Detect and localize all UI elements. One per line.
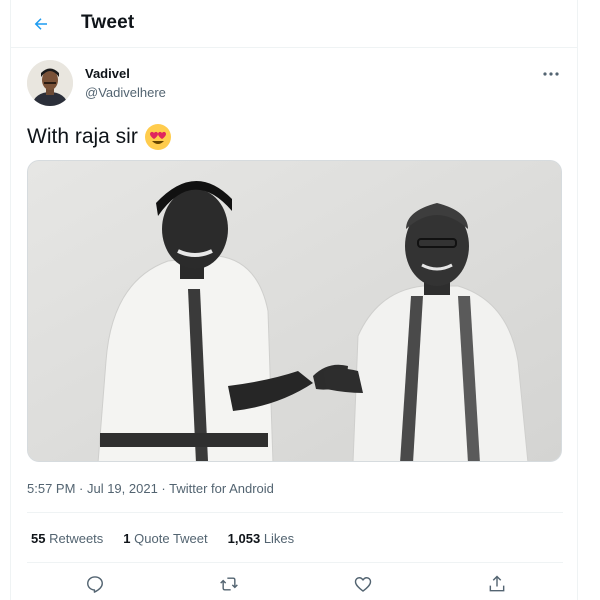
divider — [27, 512, 563, 513]
avatar[interactable] — [27, 60, 73, 106]
share-icon — [489, 575, 505, 592]
tweet-photo[interactable] — [27, 160, 562, 462]
author-name[interactable]: Vadivel — [85, 66, 130, 81]
like-icon — [354, 577, 372, 592]
retweet-icon — [220, 577, 238, 591]
retweet-button[interactable] — [217, 572, 241, 596]
retweets-stat[interactable]: 55 Retweets — [31, 531, 103, 546]
retweets-label: Retweets — [49, 531, 104, 546]
reply-icon — [87, 576, 103, 593]
like-button[interactable] — [351, 572, 375, 596]
likes-stat[interactable]: 1,053 Likes — [228, 531, 295, 546]
quotes-label: Quote Tweet — [134, 531, 208, 546]
tweet-timestamp[interactable]: 5:57 PM · Jul 19, 2021 · Twitter for And… — [27, 481, 274, 496]
back-arrow-icon — [34, 18, 47, 30]
tweet-actions — [11, 568, 577, 600]
likes-count: 1,053 — [227, 531, 261, 546]
more-options-button[interactable] — [539, 64, 563, 84]
tweet-header: Tweet — [11, 0, 577, 48]
author-handle[interactable]: @Vadivelhere — [85, 85, 166, 100]
back-button[interactable] — [27, 10, 55, 38]
tweet-author: Vadivel @Vadivelhere — [27, 60, 563, 108]
heart-eyes-emoji-icon — [144, 124, 171, 150]
retweets-count: 55 — [31, 531, 46, 546]
quote-tweets-stat[interactable]: 1 Quote Tweet — [123, 531, 207, 546]
divider — [27, 562, 563, 563]
reply-button[interactable] — [83, 572, 107, 596]
page-title: Tweet — [81, 12, 135, 33]
tweet-text: With raja sir — [27, 123, 172, 151]
tweet-text-content: With raja sir — [27, 125, 138, 148]
tweet-stats: 55 Retweets 1 Quote Tweet 1,053 Likes — [31, 531, 294, 546]
share-button[interactable] — [485, 572, 509, 596]
tweet-column: Tweet Vadivel @Vadivelhere With raja sir — [10, 0, 578, 600]
quotes-count: 1 — [123, 531, 131, 546]
more-icon — [543, 72, 559, 76]
likes-label: Likes — [263, 531, 295, 546]
